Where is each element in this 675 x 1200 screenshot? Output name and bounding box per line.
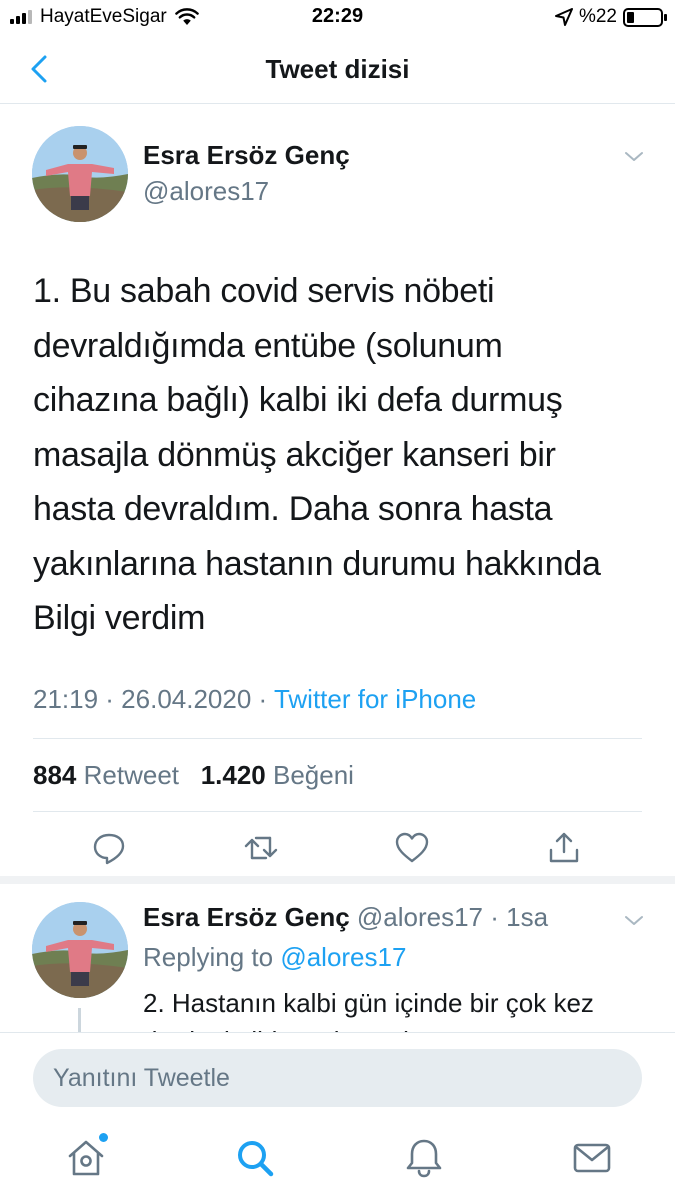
new-content-dot (99, 1133, 108, 1142)
search-icon (238, 1141, 274, 1177)
navigation-bar: Tweet dizisi (0, 36, 675, 104)
tweet-age: · 1sa (490, 902, 549, 932)
comment-icon (93, 833, 125, 865)
tweet-text: 1. Bu sabah covid servis nöbeti devraldı… (33, 264, 643, 646)
profile-photo (32, 902, 128, 998)
location-arrow-icon (554, 8, 573, 26)
chevron-down-icon (625, 916, 643, 925)
retweet-count: 884 (33, 760, 77, 790)
tweet-text-line: 2. Hastanın kalbi gün içinde bir çok kez (143, 988, 594, 1018)
tab-notifications[interactable] (402, 1136, 446, 1180)
status-bar: HayatEveSigar 22:29 %22 (0, 0, 675, 36)
tweet-text-line: devraldığımda entübe (solunum (33, 326, 503, 365)
tweet-meta: 21:19 · 26.04.2020 · Twitter for iPhone (33, 684, 476, 715)
like-count: 1.420 (200, 760, 266, 790)
reply-tweet[interactable]: Esra Ersöz Genç @alores17 · 1sa Replying… (0, 892, 675, 1032)
share-button[interactable] (546, 830, 582, 866)
author-handle[interactable]: @alores17 (357, 902, 483, 932)
tweet-text-line: masajla dönmüş akciğer kanseri bir (33, 435, 556, 474)
tweet-text-line: 1. Bu sabah covid servis nöbeti (33, 272, 495, 310)
divider (33, 811, 642, 812)
thread-connector (78, 1008, 81, 1032)
tweet-stats: 884 Retweet 1.420 Beğeni (33, 760, 354, 791)
divider (33, 738, 642, 739)
main-tweet: Esra Ersöz Genç @alores17 1. Bu sabah co… (0, 104, 675, 884)
tweet-options-button[interactable] (621, 910, 647, 930)
tweet-text: 2. Hastanın kalbi gün içinde bir çok kez… (143, 984, 643, 1032)
tweet-timestamp: 21:19 · 26.04.2020 · (33, 684, 274, 714)
compose-bar: Yanıtını Tweetle (0, 1032, 675, 1124)
tweet-text-line: hasta devraldım. Daha sonra hasta (33, 490, 553, 528)
tab-home[interactable] (64, 1133, 108, 1180)
retweet-button[interactable] (243, 830, 279, 866)
heart-icon (395, 832, 429, 863)
tab-bar (0, 1124, 675, 1200)
page-title: Tweet dizisi (265, 54, 410, 84)
avatar[interactable] (32, 902, 128, 998)
author-handle[interactable]: @alores17 (143, 176, 269, 207)
tweet-text-line: yakınlarına hastanın durumu hakkında (33, 544, 601, 583)
retweet-label: Retweet (83, 760, 180, 790)
like-stat[interactable]: 1.420 Beğeni (201, 760, 354, 790)
bell-icon (406, 1139, 442, 1178)
retweet-icon (244, 836, 278, 860)
reply-input[interactable]: Yanıtını Tweetle (33, 1049, 642, 1107)
battery-icon (623, 7, 667, 27)
share-icon (549, 832, 579, 863)
status-right: %22 (554, 6, 667, 28)
home-icon (68, 1140, 104, 1176)
tweet-actions (0, 830, 675, 870)
like-label: Beğeni (273, 760, 354, 790)
author-name[interactable]: Esra Ersöz Genç (143, 140, 350, 171)
replying-to-label: Replying to (143, 942, 274, 972)
tweet-text-line: Bilgi verdim (33, 599, 206, 637)
battery-fill (627, 11, 634, 23)
mention-link[interactable]: @alores17 (280, 942, 406, 972)
like-button[interactable] (394, 830, 430, 866)
battery-percent: %22 (578, 6, 617, 27)
reply-button[interactable] (91, 830, 127, 866)
replying-to: Replying to @alores17 (143, 942, 406, 973)
mail-icon (573, 1143, 611, 1173)
avatar[interactable] (32, 126, 128, 222)
reply-header: Esra Ersöz Genç @alores17 · 1sa (143, 902, 548, 933)
tweet-text-line: cihazına bağlı) kalbi iki defa durmuş (33, 381, 563, 419)
tweet-options-button[interactable] (621, 146, 647, 166)
author-name[interactable]: Esra Ersöz Genç (143, 902, 350, 932)
tweet-text-line: durdu, kalbi tansiyon oluşturamıyor (143, 1022, 643, 1032)
profile-photo (32, 126, 128, 222)
retweet-stat[interactable]: 884 Retweet (33, 760, 179, 790)
tweet-source-link[interactable]: Twitter for iPhone (274, 684, 476, 714)
tab-search[interactable] (233, 1136, 277, 1180)
chevron-down-icon (625, 152, 643, 161)
tab-messages[interactable] (570, 1136, 614, 1180)
